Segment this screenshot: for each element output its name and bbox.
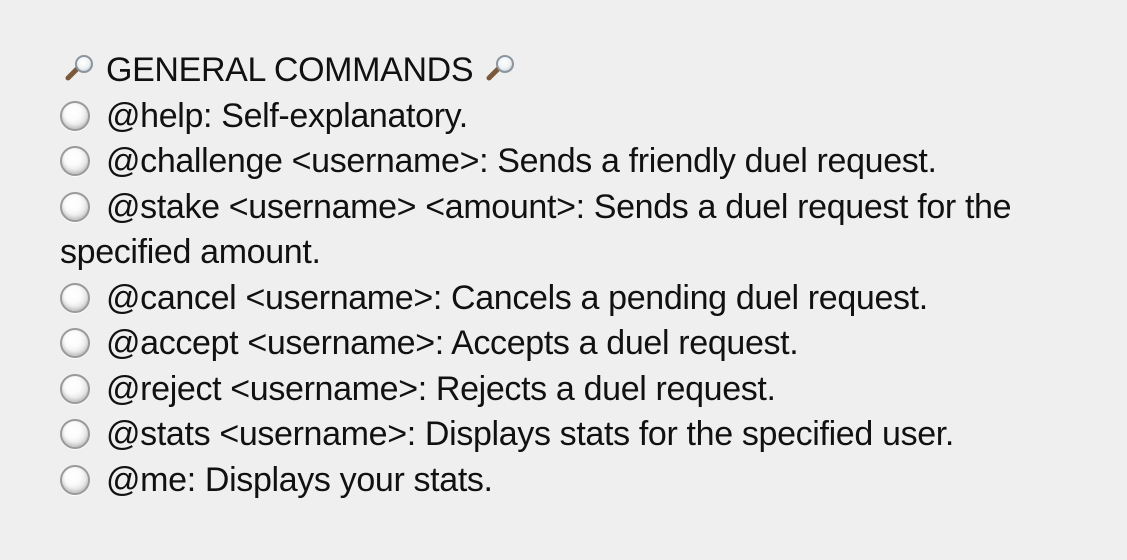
command-name: @stake <username> <amount> (106, 187, 576, 226)
command-description: : Displays stats for the specified user. (406, 415, 955, 453)
command-name: @cancel <username> (106, 278, 433, 317)
command-name: @me (106, 460, 187, 499)
command-name: @help (106, 96, 204, 135)
command-stake: @stake <username> <amount>: Sends a duel… (60, 185, 1110, 276)
command-stats: @stats <username>: Displays stats for th… (60, 412, 1110, 458)
command-name: @accept <username> (106, 324, 435, 362)
command-description: : Rejects a duel request. (417, 369, 776, 408)
command-description: : Self-explanatory. (203, 96, 468, 135)
command-me: @me: Displays your stats. (60, 458, 1110, 504)
section-heading: GENERAL COMMANDS (60, 48, 1110, 94)
commands-panel: GENERAL COMMANDS @help: Self-explanatory… (60, 48, 1110, 503)
command-description: : Sends a friendly duel request. (479, 142, 937, 180)
command-accept: @accept <username>: Accepts a duel reque… (60, 321, 1110, 367)
command-reject: @reject <username>: Rejects a duel reque… (60, 367, 1110, 413)
radio-button-icon (60, 146, 90, 176)
magnifying-glass-icon (60, 54, 96, 84)
command-description: : Cancels a pending duel request. (432, 278, 928, 317)
command-description: : Accepts a duel request. (434, 324, 799, 362)
radio-button-icon (60, 419, 90, 449)
radio-button-icon (60, 100, 90, 131)
radio-button-icon (60, 282, 90, 313)
command-description: : Displays your stats. (186, 460, 493, 499)
radio-button-icon (60, 373, 90, 404)
command-cancel: @cancel <username>: Cancels a pending du… (60, 276, 1110, 322)
radio-button-icon (60, 328, 90, 358)
command-name: @stats <username> (106, 415, 407, 453)
command-challenge: @challenge <username>: Sends a friendly … (60, 139, 1110, 185)
command-help: @help: Self-explanatory. (60, 94, 1110, 140)
radio-button-icon (60, 191, 90, 222)
command-name: @challenge <username> (106, 142, 480, 180)
command-name: @reject <username> (106, 369, 418, 408)
magnifying-glass-icon (481, 54, 517, 84)
heading-text: GENERAL COMMANDS (106, 51, 474, 89)
radio-button-icon (60, 464, 90, 495)
